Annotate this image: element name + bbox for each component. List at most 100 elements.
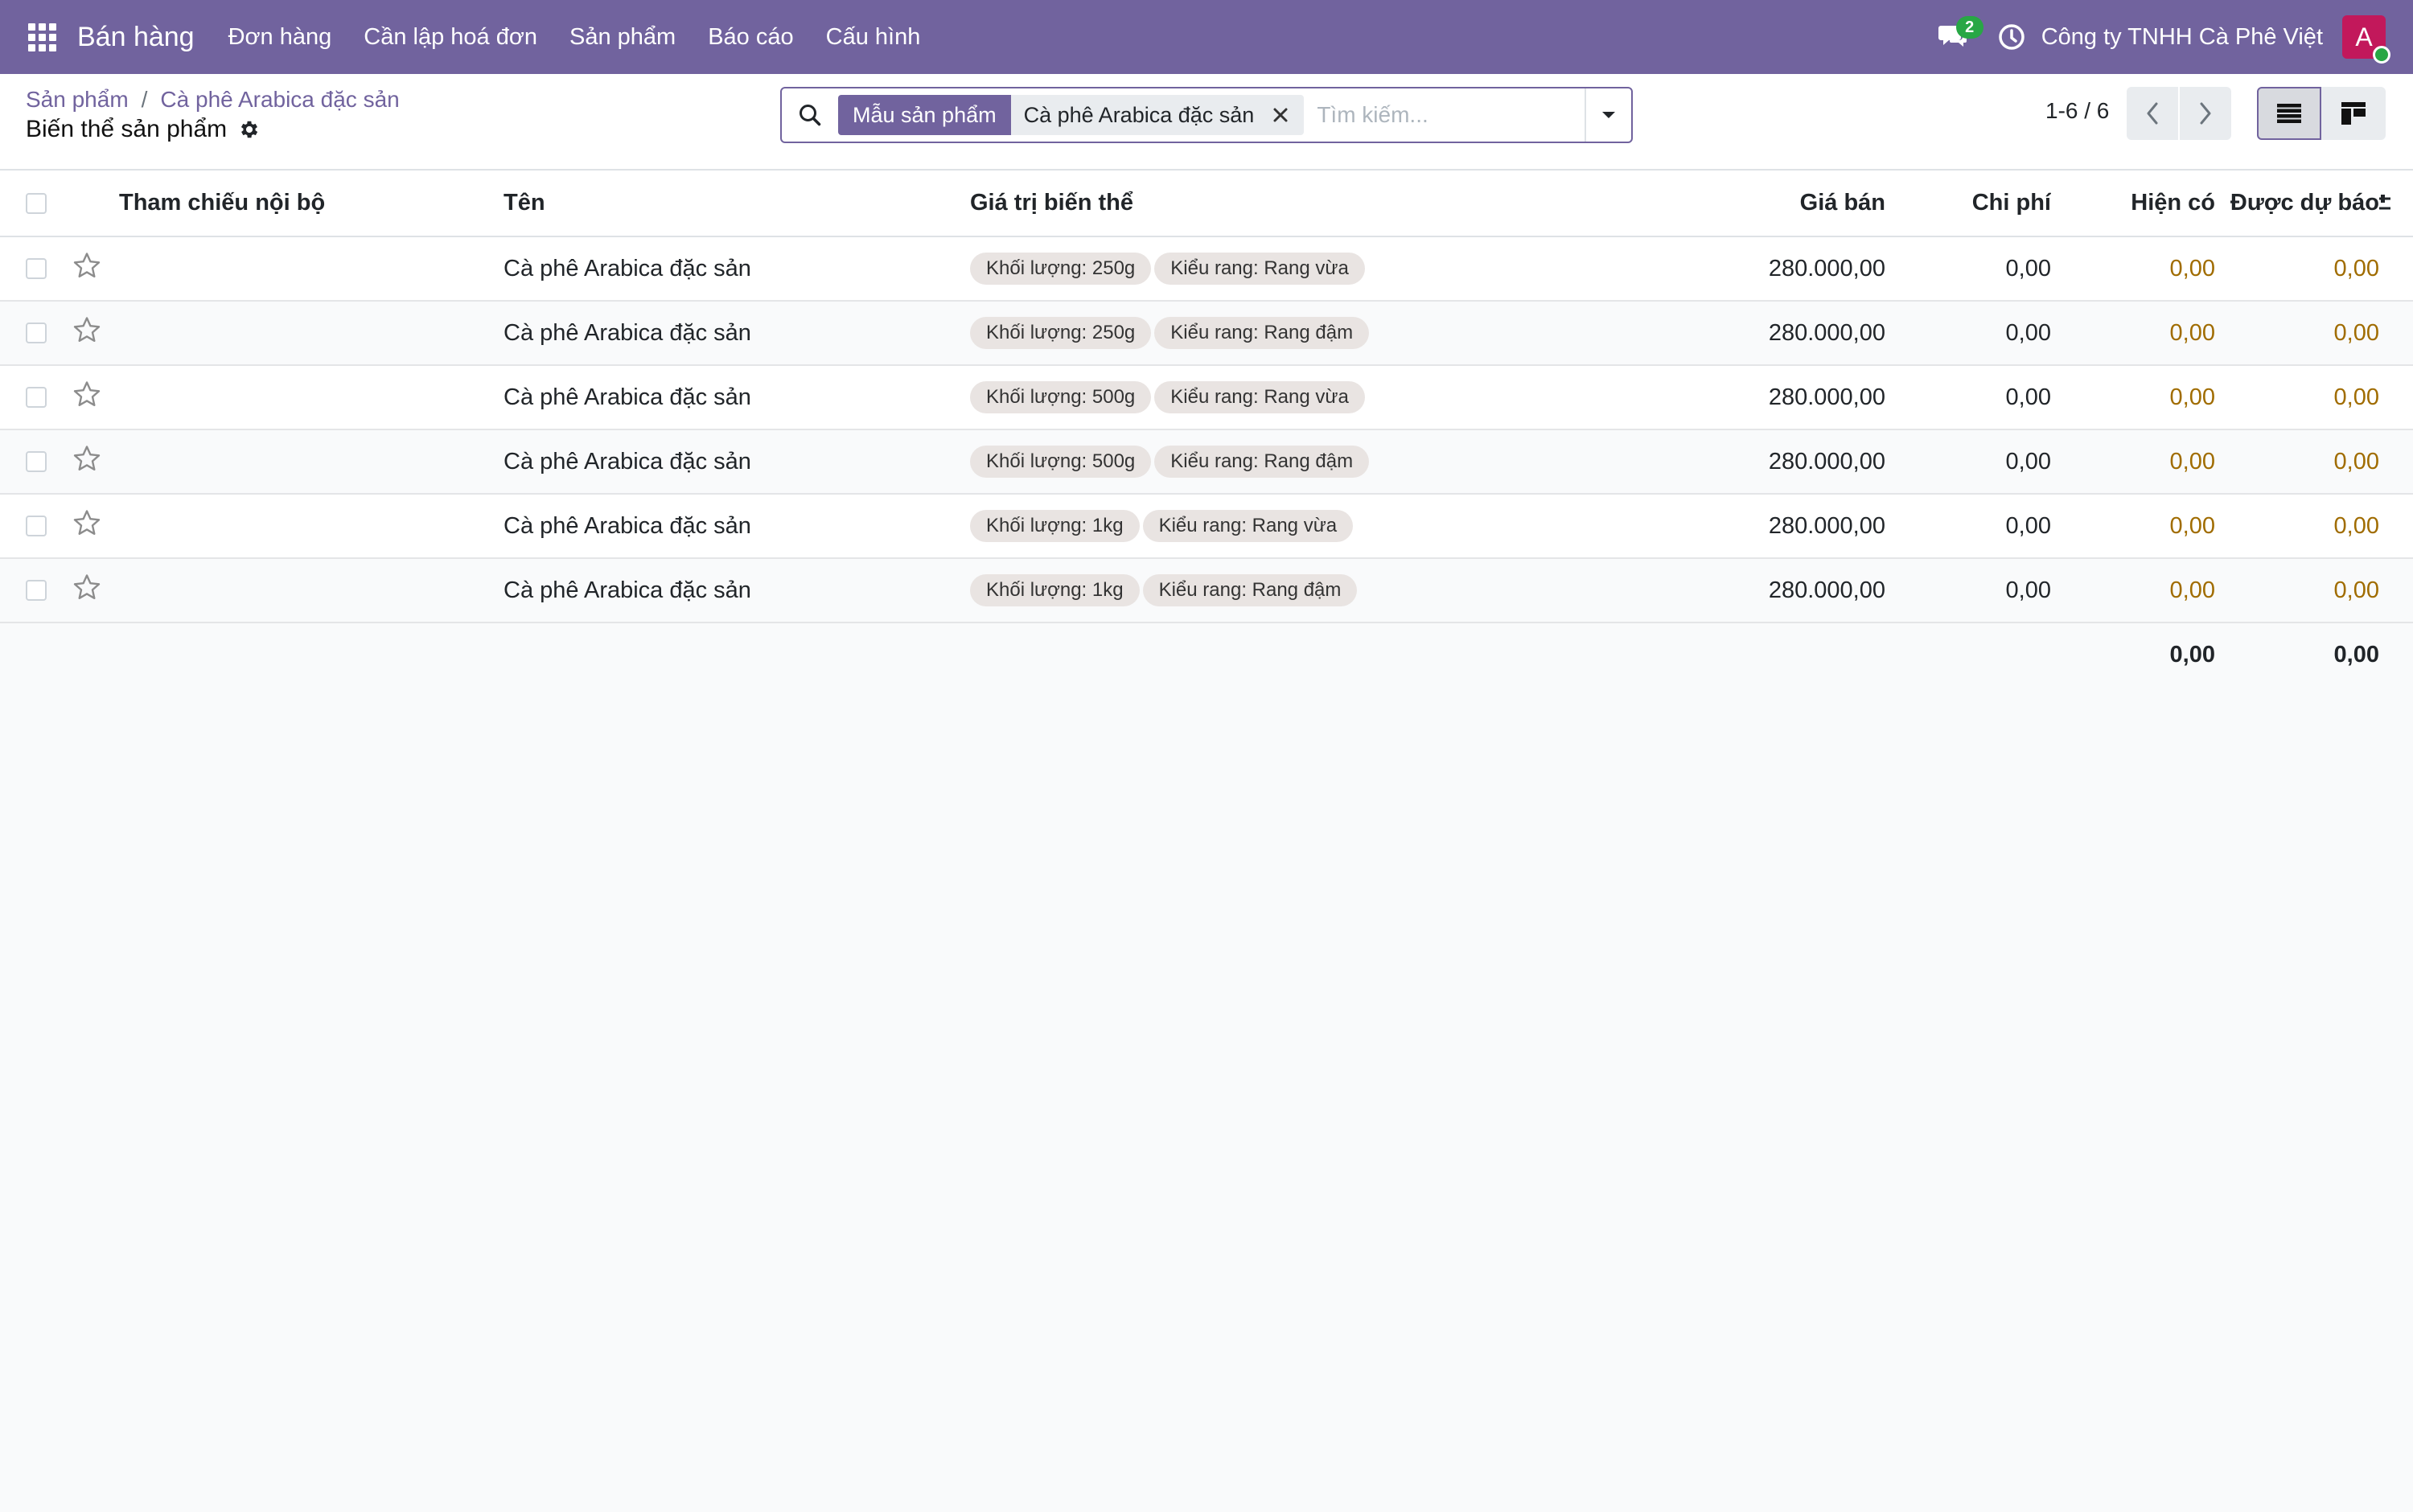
message-count-badge: 2	[1955, 16, 1983, 39]
star-icon[interactable]	[72, 380, 119, 414]
row-star-cell	[72, 558, 119, 622]
cell-attributes: Khối lượng: 1kg Kiểu rang: Rang vừa	[970, 494, 1622, 558]
total-forecast: 0,00	[2333, 642, 2379, 668]
breadcrumb-separator: /	[141, 87, 148, 112]
pager-value[interactable]: 1-6 / 6	[2045, 98, 2109, 124]
menu-item-configuration[interactable]: Cấu hình	[810, 0, 937, 74]
row-checkbox[interactable]	[26, 451, 47, 472]
cell-forecast: 0,00	[2333, 255, 2379, 281]
view-switcher	[2257, 87, 2386, 140]
cell-price: 280.000,00	[1768, 255, 1885, 281]
breadcrumb-product-template[interactable]: Cà phê Arabica đặc sản	[160, 87, 399, 113]
cell-ref	[119, 558, 504, 622]
apps-menu-button[interactable]	[14, 0, 69, 74]
facet-remove-button[interactable]	[1267, 95, 1305, 135]
menu-item-orders[interactable]: Đơn hàng	[212, 0, 348, 74]
column-header-on-hand[interactable]: Hiện có	[2051, 171, 2215, 236]
cell-ref	[119, 301, 504, 365]
cell-on-hand: 0,00	[2169, 384, 2215, 410]
column-header-name[interactable]: Tên	[504, 171, 970, 236]
user-avatar[interactable]: A	[2342, 15, 2390, 64]
avatar-letter: A	[2355, 22, 2373, 51]
row-checkbox[interactable]	[26, 323, 47, 343]
actions-gear-button[interactable]	[238, 118, 261, 141]
table-row[interactable]: Cà phê Arabica đặc sản Khối lượng: 1kg Kiể…	[0, 494, 2413, 558]
kanban-view-button[interactable]	[2321, 87, 2386, 140]
row-select-cell	[0, 236, 72, 301]
search-options-toggle[interactable]	[1585, 88, 1631, 142]
cell-ref	[119, 365, 504, 429]
cell-on-hand: 0,00	[2169, 512, 2215, 539]
attribute-tag: Kiểu rang: Rang vừa	[1154, 253, 1365, 285]
optional-columns-icon[interactable]	[2379, 192, 2392, 215]
menu-item-to-invoice[interactable]: Cần lập hoá đơn	[347, 0, 553, 74]
cell-forecast: 0,00	[2333, 577, 2379, 603]
search-bar: Mẫu sản phẩm Cà phê Arabica đặc sản	[780, 87, 1633, 143]
column-header-price[interactable]: Giá bán	[1622, 171, 1887, 236]
cell-name: Cà phê Arabica đặc sản	[504, 512, 751, 539]
table-row[interactable]: Cà phê Arabica đặc sản Khối lượng: 250g Ki…	[0, 301, 2413, 365]
column-header-attributes[interactable]: Giá trị biến thể	[970, 171, 1622, 236]
row-star-cell	[72, 301, 119, 365]
facet-label: Mẫu sản phẩm	[838, 95, 1011, 135]
row-checkbox[interactable]	[26, 258, 47, 279]
cell-name: Cà phê Arabica đặc sản	[504, 319, 751, 346]
cell-forecast: 0,00	[2333, 319, 2379, 346]
cell-cost: 0,00	[2005, 319, 2051, 346]
row-checkbox[interactable]	[26, 387, 47, 408]
row-checkbox[interactable]	[26, 580, 47, 601]
table-row[interactable]: Cà phê Arabica đặc sản Khối lượng: 250g Ki…	[0, 236, 2413, 301]
select-all-checkbox[interactable]	[26, 192, 47, 214]
row-star-cell	[72, 236, 119, 301]
cell-price: 280.000,00	[1768, 319, 1885, 346]
column-header-ref[interactable]: Tham chiếu nội bộ	[119, 171, 504, 236]
row-select-cell	[0, 494, 72, 558]
column-header-cost[interactable]: Chi phí	[1887, 171, 2051, 236]
row-checkbox[interactable]	[26, 516, 47, 536]
cell-ref	[119, 236, 504, 301]
cell-price: 280.000,00	[1768, 577, 1885, 603]
attribute-tag: Kiểu rang: Rang đậm	[1154, 317, 1370, 349]
search-icon[interactable]	[782, 103, 838, 127]
cell-price: 280.000,00	[1768, 512, 1885, 539]
clock-icon	[1998, 24, 2025, 50]
select-all-cell	[0, 171, 72, 236]
close-icon	[1273, 108, 1288, 122]
cell-forecast: 0,00	[2333, 448, 2379, 475]
row-select-cell	[0, 301, 72, 365]
table-row[interactable]: Cà phê Arabica đặc sản Khối lượng: 500g Ki…	[0, 429, 2413, 494]
attribute-tag: Kiểu rang: Rang đậm	[1154, 446, 1370, 478]
star-icon[interactable]	[72, 252, 119, 286]
main-navbar: Bán hàng Đơn hàng Cần lập hoá đơn Sản ph…	[0, 0, 2413, 74]
pager-next-button[interactable]	[2180, 87, 2231, 140]
table-footer-row: 0,00 0,00	[0, 622, 2413, 687]
company-name[interactable]: Công ty TNHH Cà Phê Việt	[2041, 24, 2323, 51]
table-body: Cà phê Arabica đặc sản Khối lượng: 250g Ki…	[0, 236, 2413, 622]
star-icon[interactable]	[72, 573, 119, 607]
list-view-button[interactable]	[2257, 87, 2321, 140]
menu-item-reporting[interactable]: Báo cáo	[692, 0, 809, 74]
star-icon[interactable]	[72, 316, 119, 350]
table-row[interactable]: Cà phê Arabica đặc sản Khối lượng: 500g Ki…	[0, 365, 2413, 429]
cell-cost: 0,00	[2005, 448, 2051, 475]
table-row[interactable]: Cà phê Arabica đặc sản Khối lượng: 1kg Kiể…	[0, 558, 2413, 622]
menu-item-products[interactable]: Sản phẩm	[553, 0, 692, 74]
pager-previous-button[interactable]	[2127, 87, 2178, 140]
navbar-systray: 2 Công ty TNHH Cà Phê Việt A	[1929, 0, 2413, 74]
attribute-tag: Khối lượng: 500g	[970, 381, 1152, 413]
messaging-button[interactable]: 2	[1929, 0, 1983, 74]
cell-cost: 0,00	[2005, 577, 2051, 603]
gear-icon	[241, 121, 258, 138]
star-icon[interactable]	[72, 445, 119, 479]
search-input[interactable]	[1317, 102, 1575, 128]
app-name[interactable]: Bán hàng	[77, 22, 195, 53]
column-header-forecast[interactable]: Được dự báo	[2215, 171, 2379, 236]
breadcrumb-products[interactable]: Sản phẩm	[26, 87, 129, 113]
cell-forecast: 0,00	[2333, 384, 2379, 410]
star-icon[interactable]	[72, 509, 119, 543]
activities-button[interactable]	[1992, 0, 2032, 74]
attribute-tag: Khối lượng: 1kg	[970, 510, 1140, 542]
cell-attributes: Khối lượng: 500g Kiểu rang: Rang vừa	[970, 365, 1622, 429]
cell-forecast: 0,00	[2333, 512, 2379, 539]
caret-down-icon	[1602, 112, 1615, 118]
